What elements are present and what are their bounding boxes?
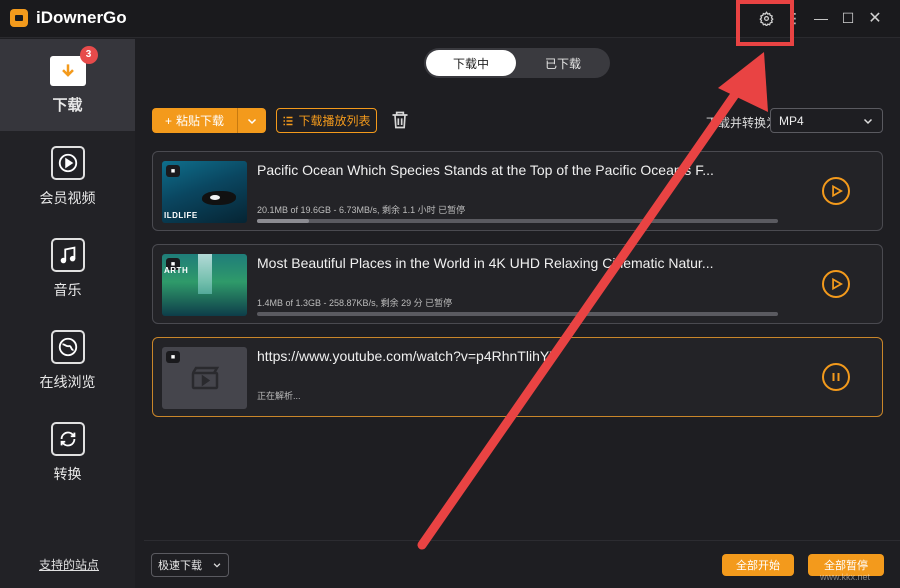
sidebar-item-label: 会员视频	[39, 190, 96, 206]
chevron-down-icon	[213, 563, 221, 568]
paste-options-dropdown[interactable]	[238, 108, 266, 133]
speed-mode-select[interactable]: 极速下载	[151, 553, 229, 577]
start-all-button[interactable]: 全部开始	[722, 554, 794, 576]
paste-download-button[interactable]: + 粘贴下载	[152, 108, 266, 133]
download-playlist-label: 下载播放列表	[298, 114, 371, 128]
download-item[interactable]: ■ ILDLIFE Pacific Ocean Which Species St…	[152, 151, 883, 231]
video-thumbnail: ■ ILDLIFE	[162, 161, 247, 223]
tab-downloaded[interactable]: 已下载	[518, 50, 608, 76]
play-icon	[832, 277, 843, 291]
download-title: Pacific Ocean Which Species Stands at th…	[257, 162, 714, 178]
download-title: https://www.youtube.com/watch?v=p4RhnTli…	[257, 348, 559, 364]
close-button[interactable]: ✕	[862, 6, 888, 30]
sidebar-item-label: 音乐	[53, 282, 82, 298]
sidebar-item-browse[interactable]: 在线浏览	[0, 315, 135, 407]
waterfall-image	[198, 254, 212, 294]
speed-mode-value: 极速下载	[158, 560, 202, 572]
download-status: 20.1MB of 19.6GB - 6.73MB/s, 剩余 1.1 小时 已…	[257, 205, 466, 215]
video-camera-icon: ■	[166, 165, 180, 177]
minimize-button[interactable]: —	[808, 6, 834, 30]
sidebar: 3 下载 会员视频 音乐 在线浏览 转换	[0, 39, 135, 588]
progress-bar	[257, 219, 778, 223]
list-icon	[283, 116, 293, 125]
tab-downloading[interactable]: 下载中	[426, 50, 516, 76]
sidebar-item-member-video[interactable]: 会员视频	[0, 131, 135, 223]
download-status: 1.4MB of 1.3GB - 258.87KB/s, 剩余 29 分 已暂停	[257, 298, 453, 308]
settings-highlight-box	[736, 0, 794, 46]
thumbnail-caption: ARTH	[164, 266, 189, 275]
chevron-down-icon	[247, 118, 257, 124]
delete-button[interactable]	[388, 107, 412, 133]
video-thumbnail: ■	[162, 347, 247, 409]
download-icon: 3	[49, 45, 98, 86]
play-icon	[50, 146, 85, 180]
pause-icon	[832, 373, 840, 381]
sidebar-item-convert[interactable]: 转换	[0, 407, 135, 499]
music-icon	[50, 238, 85, 272]
paste-download-main[interactable]: + 粘贴下载	[152, 108, 238, 133]
format-select-value: MP4	[779, 113, 804, 128]
app-title: iDownerGo	[36, 8, 127, 27]
globe-icon	[50, 330, 85, 364]
app-logo-icon	[10, 9, 28, 27]
plus-icon: +	[164, 113, 172, 128]
clapperboard-icon	[191, 366, 219, 390]
convert-icon	[50, 422, 85, 456]
maximize-button[interactable]: ☐	[835, 6, 861, 30]
sidebar-item-music[interactable]: 音乐	[0, 223, 135, 315]
watermark: www.kkx.net	[820, 572, 871, 582]
paste-download-label: 粘贴下载	[176, 114, 225, 128]
convert-to-label: 下载并转换为	[706, 116, 779, 130]
video-thumbnail: ■ ARTH	[162, 254, 247, 316]
sidebar-item-label: 在线浏览	[39, 374, 96, 390]
footer-divider	[144, 540, 900, 541]
download-tabs: 下载中 已下载	[424, 48, 610, 78]
format-select[interactable]: MP4	[770, 108, 883, 133]
download-status: 正在解析...	[257, 391, 301, 401]
orca-image	[202, 191, 236, 205]
video-camera-icon: ■	[166, 351, 180, 363]
trash-icon	[392, 111, 408, 129]
thumbnail-caption: ILDLIFE	[164, 211, 198, 220]
sidebar-item-download[interactable]: 3 下载	[0, 39, 135, 131]
play-icon	[832, 184, 843, 198]
download-title: Most Beautiful Places in the World in 4K…	[257, 255, 714, 271]
download-item[interactable]: ■ https://www.youtube.com/watch?v=p4RhnT…	[152, 337, 883, 417]
sidebar-item-label: 下载	[52, 96, 83, 114]
download-playlist-button[interactable]: 下载播放列表	[276, 108, 377, 133]
progress-fill	[257, 219, 310, 223]
download-item[interactable]: ■ ARTH Most Beautiful Places in the Worl…	[152, 244, 883, 324]
download-count-badge: 3	[79, 45, 98, 64]
chevron-down-icon	[863, 118, 873, 124]
resume-button[interactable]	[822, 177, 850, 205]
sidebar-item-label: 转换	[53, 466, 82, 482]
progress-bar	[257, 312, 778, 316]
supported-sites-link[interactable]: 支持的站点	[39, 556, 99, 573]
pause-button[interactable]	[822, 363, 850, 391]
resume-button[interactable]	[822, 270, 850, 298]
